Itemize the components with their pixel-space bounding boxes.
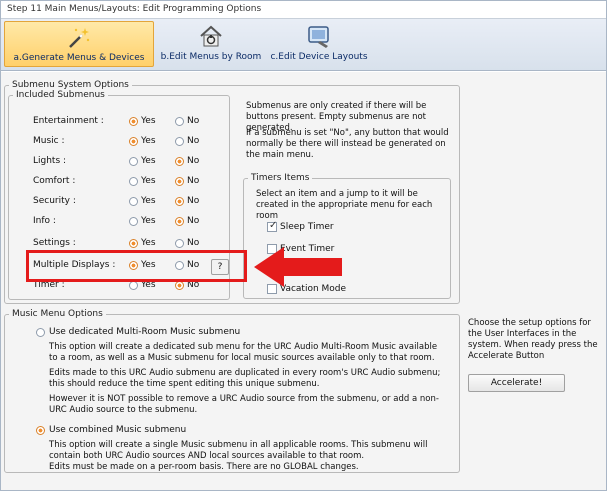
submenu-no-radio[interactable] [175,239,184,248]
setup-info-text: Choose the setup options for the User In… [468,318,598,361]
combined-music-radio[interactable] [36,426,45,435]
dedicated-music-label: Use dedicated Multi-Room Music submenu [49,327,241,337]
app-window: Step 11 Main Menus/Layouts: Edit Program… [0,0,607,491]
submenu-no-label: No [187,176,200,186]
submenu-no-radio[interactable] [175,197,184,206]
submenu-no-label: No [187,196,200,206]
submenu-label: Music : [33,136,65,146]
magic-wand-icon [69,28,90,48]
submenu-no-radio[interactable] [175,117,184,126]
submenu-no-label: No [187,216,200,226]
submenu-no-radio[interactable] [175,137,184,146]
submenu-note-no: If a submenu is set "No", any button tha… [246,128,449,160]
submenu-label: Lights : [33,156,67,166]
combined-music-label: Use combined Music submenu [49,425,187,435]
room-menu-icon [200,25,222,47]
submenu-label: Comfort : [33,176,76,186]
submenu-label: Security : [33,196,76,206]
submenu-yes-label: Yes [141,156,156,166]
submenu-yes-label: Yes [141,196,156,206]
submenu-no-radio[interactable] [175,177,184,186]
submenu-no-radio[interactable] [175,281,184,290]
edit-menus-by-room-button[interactable]: b.Edit Menus by Room [158,21,264,67]
edit-device-layouts-button[interactable]: c.Edit Device Layouts [269,21,369,67]
dedicated-music-radio[interactable] [36,328,45,337]
window-title: Step 11 Main Menus/Layouts: Edit Program… [1,1,606,19]
submenu-no-label: No [187,238,200,248]
red-arrow-icon [254,247,342,287]
submenu-yes-radio[interactable] [129,217,138,226]
dedicated-music-desc3: However it is NOT possible to remove a U… [49,394,439,415]
accelerate-button[interactable]: Accelerate! [468,374,565,392]
submenu-label: Settings : [33,238,76,248]
sleep-timer-checkbox[interactable] [267,220,277,232]
submenu-no-label: No [187,116,200,126]
submenu-yes-radio[interactable] [129,157,138,166]
main-panel: Submenu System Options Included Submenus… [1,72,606,490]
submenu-no-radio[interactable] [175,157,184,166]
submenu-yes-radio[interactable] [129,239,138,248]
submenu-label: Entertainment : [33,116,104,126]
timers-description: Select an item and a jump to it will be … [256,189,433,221]
submenu-no-label: No [187,136,200,146]
submenu-yes-radio[interactable] [129,281,138,290]
highlight-box [26,250,247,282]
sleep-timer-label: Sleep Timer [280,222,334,232]
submenu-yes-label: Yes [141,216,156,226]
generate-menus-button[interactable]: a.Generate Menus & Devices [4,21,154,67]
submenu-yes-radio[interactable] [129,197,138,206]
submenu-yes-label: Yes [141,238,156,248]
dedicated-music-desc2: Edits made to this URC Audio submenu are… [49,368,441,389]
submenu-yes-label: Yes [141,116,156,126]
dedicated-music-desc1: This option will create a dedicated sub … [49,342,438,363]
combined-music-desc1: This option will create a single Music s… [49,440,428,461]
submenu-yes-radio[interactable] [129,117,138,126]
submenu-yes-radio[interactable] [129,177,138,186]
ribbon-toolbar: a.Generate Menus & Devices b.Edit Menus … [1,19,606,71]
submenu-yes-label: Yes [141,176,156,186]
submenu-yes-label: Yes [141,136,156,146]
submenu-yes-radio[interactable] [129,137,138,146]
submenu-label: Info : [33,216,56,226]
submenu-no-radio[interactable] [175,217,184,226]
device-layout-icon [308,26,329,48]
submenu-no-label: No [187,156,200,166]
combined-music-desc2: Edits must be made on a per-room basis. … [49,462,359,472]
